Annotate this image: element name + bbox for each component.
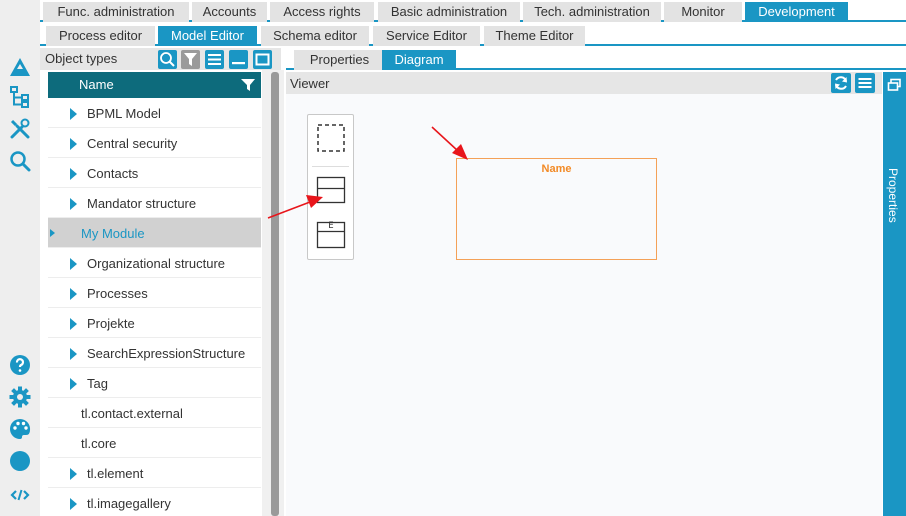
help-icon[interactable] <box>9 354 31 376</box>
properties-side-bar[interactable]: Properties <box>883 72 906 516</box>
expand-icon[interactable] <box>70 138 77 150</box>
sub-tab-bar: Process editor Model Editor Schema edito… <box>40 24 906 46</box>
tab-model-editor[interactable]: Model Editor <box>158 26 257 46</box>
search-icon[interactable] <box>9 150 31 172</box>
tab-monitor[interactable]: Monitor <box>664 2 742 22</box>
tab-development[interactable]: Development <box>745 2 848 22</box>
enum-shape-icon[interactable]: E <box>316 221 346 249</box>
expand-icon[interactable] <box>50 229 55 237</box>
palette-divider <box>312 166 349 167</box>
filter-button[interactable] <box>181 50 200 69</box>
gear-icon[interactable] <box>9 386 31 408</box>
filter-icon <box>184 53 197 66</box>
expand-icon[interactable] <box>70 288 77 300</box>
search-icon <box>160 52 175 67</box>
viewer-header: Viewer <box>286 72 882 94</box>
tree-row-processes[interactable]: Processes <box>48 278 261 308</box>
selection-tool-icon[interactable] <box>316 123 346 153</box>
tree-row-projekte[interactable]: Projekte <box>48 308 261 338</box>
object-types-header: Object types <box>40 48 281 70</box>
tree-row-mandator-structure[interactable]: Mandator structure <box>48 188 261 218</box>
tab-properties[interactable]: Properties <box>294 50 385 70</box>
tree-row-my-module[interactable]: My Module <box>48 218 261 248</box>
tree-row-central-security[interactable]: Central security <box>48 128 261 158</box>
tools-icon[interactable] <box>9 118 31 140</box>
expand-icon[interactable] <box>70 318 77 330</box>
tab-process-editor[interactable]: Process editor <box>46 26 155 46</box>
panel-splitter-handle[interactable] <box>271 72 279 516</box>
hierarchy-icon[interactable] <box>9 86 31 108</box>
mountain-logo-icon[interactable] <box>9 56 31 78</box>
refresh-button[interactable] <box>831 73 851 93</box>
refresh-icon <box>835 76 847 90</box>
hamburger-icon <box>858 78 872 88</box>
tree-row-contacts[interactable]: Contacts <box>48 158 261 188</box>
maximize-button[interactable] <box>253 50 272 69</box>
tree-row-tl-core[interactable]: tl.core <box>48 428 261 458</box>
expand-icon[interactable] <box>70 468 77 480</box>
tab-diagram[interactable]: Diagram <box>382 50 456 70</box>
name-column-header[interactable]: Name <box>48 72 261 98</box>
palette-icon[interactable] <box>9 418 31 440</box>
detail-tab-bar: Properties Diagram <box>286 48 906 70</box>
tree-row-searchexpressionstructure[interactable]: SearchExpressionStructure <box>48 338 261 368</box>
tree-row-organizational-structure[interactable]: Organizational structure <box>48 248 261 278</box>
shape-palette: E <box>307 114 354 260</box>
hamburger-icon <box>208 54 221 65</box>
column-filter-icon[interactable] <box>240 78 256 92</box>
code-icon[interactable] <box>9 484 31 506</box>
tree-row-tl-contact-external[interactable]: tl.contact.external <box>48 398 261 428</box>
enum-shape-glyph: E <box>328 221 334 231</box>
restore-window-icon[interactable] <box>887 78 902 93</box>
expand-icon[interactable] <box>70 348 77 360</box>
viewer-menu-button[interactable] <box>855 73 875 93</box>
tree-row-tag[interactable]: Tag <box>48 368 261 398</box>
name-column-label: Name <box>79 77 114 92</box>
maximize-icon <box>255 53 270 66</box>
minimize-button[interactable] <box>229 50 248 69</box>
minimize-icon <box>232 62 245 65</box>
tab-access-rights[interactable]: Access rights <box>270 2 374 22</box>
expand-icon[interactable] <box>70 498 77 510</box>
expand-icon[interactable] <box>70 198 77 210</box>
viewer-title: Viewer <box>290 76 330 91</box>
object-types-title: Object types <box>45 51 118 66</box>
tab-service-editor[interactable]: Service Editor <box>373 26 480 46</box>
properties-vertical-label: Properties <box>886 168 900 223</box>
class-shape-icon[interactable] <box>316 176 346 204</box>
left-icon-rail <box>0 0 40 516</box>
tab-tech-administration[interactable]: Tech. administration <box>523 2 661 22</box>
tree-row-tl-element[interactable]: tl.element <box>48 458 261 488</box>
tree-row-bpml-model[interactable]: BPML Model <box>48 98 261 128</box>
diagram-class-node[interactable]: Name <box>456 158 657 260</box>
expand-icon[interactable] <box>70 168 77 180</box>
expand-icon[interactable] <box>70 378 77 390</box>
expand-icon[interactable] <box>70 258 77 270</box>
node-name-label: Name <box>541 163 572 175</box>
tree-row-tl-imagegallery[interactable]: tl.imagegallery <box>48 488 261 516</box>
search-button[interactable] <box>158 50 177 69</box>
tab-basic-administration[interactable]: Basic administration <box>378 2 520 22</box>
expand-icon[interactable] <box>70 108 77 120</box>
circle-icon[interactable] <box>9 450 31 472</box>
tab-schema-editor[interactable]: Schema editor <box>261 26 369 46</box>
main-tab-bar: Func. administration Accounts Access rig… <box>40 0 906 22</box>
tab-func-administration[interactable]: Func. administration <box>43 2 189 22</box>
tab-theme-editor[interactable]: Theme Editor <box>484 26 585 46</box>
menu-button[interactable] <box>205 50 224 69</box>
object-types-tree: BPML Model Central security Contacts Man… <box>48 98 261 516</box>
tab-accounts[interactable]: Accounts <box>192 2 267 22</box>
